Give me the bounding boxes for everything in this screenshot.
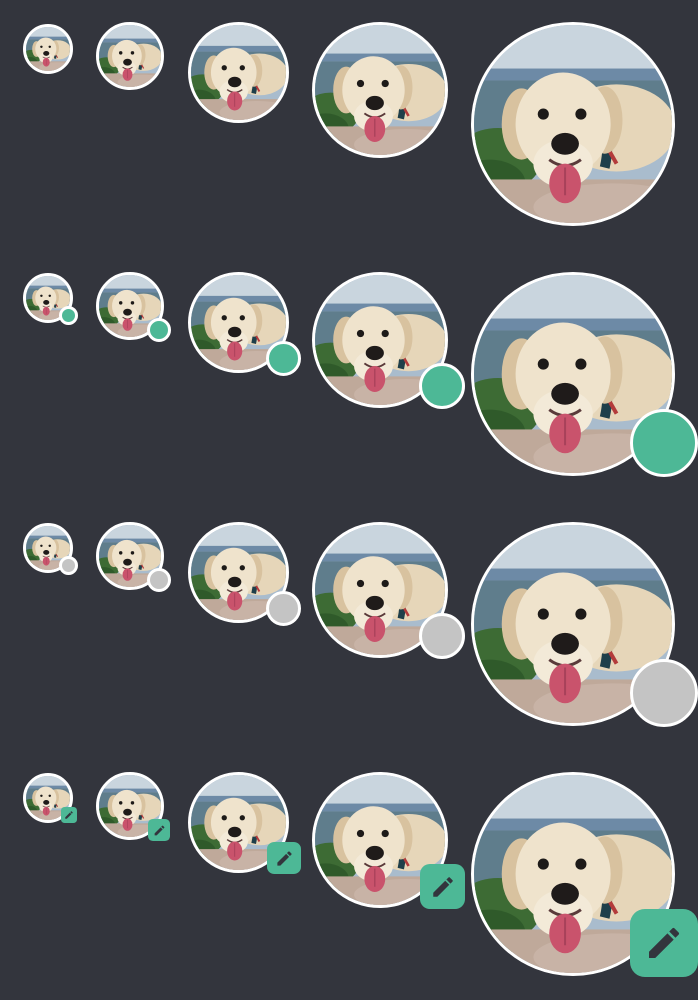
online-status-dot — [59, 306, 78, 325]
avatar-lg — [312, 22, 448, 158]
offline-status-dot — [59, 556, 78, 575]
pencil-icon — [644, 923, 684, 963]
pencil-icon — [153, 824, 166, 837]
online-status-dot — [630, 409, 698, 477]
avatar-xl — [471, 22, 675, 226]
avatar-md — [188, 22, 289, 123]
offline-status-dot — [419, 613, 465, 659]
edit-avatar-button[interactable] — [420, 864, 465, 909]
pencil-icon — [275, 849, 294, 868]
edit-avatar-button[interactable] — [267, 842, 301, 874]
online-status-dot — [147, 318, 171, 342]
pencil-icon — [430, 874, 456, 900]
avatar-sm — [96, 22, 164, 90]
edit-avatar-button[interactable] — [148, 819, 170, 841]
online-status-dot — [266, 341, 301, 376]
avatar-xs — [23, 24, 73, 74]
edit-avatar-button[interactable] — [630, 909, 698, 977]
avatar-showcase — [0, 0, 698, 1000]
offline-status-dot — [147, 568, 171, 592]
offline-status-dot — [630, 659, 698, 727]
online-status-dot — [419, 363, 465, 409]
edit-avatar-button[interactable] — [61, 807, 77, 823]
offline-status-dot — [266, 591, 301, 626]
pencil-icon — [64, 810, 74, 820]
